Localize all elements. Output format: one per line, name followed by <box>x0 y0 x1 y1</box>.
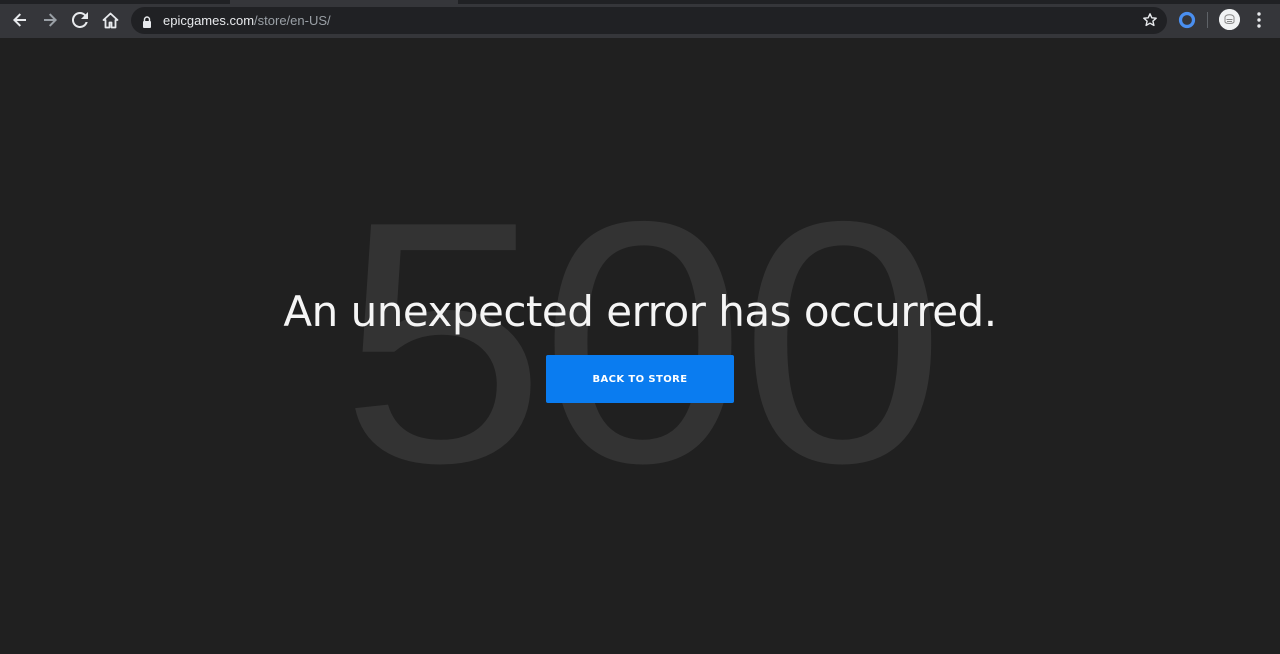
error-code-watermark: 500 <box>340 150 945 535</box>
tab-strip <box>0 0 1280 4</box>
extension-ring-icon[interactable] <box>1177 10 1197 30</box>
reload-icon <box>72 12 88 28</box>
forward-button[interactable] <box>36 6 64 34</box>
error-headline: An unexpected error has occurred. <box>283 287 997 336</box>
home-button[interactable] <box>96 6 124 34</box>
error-page: 500 An unexpected error has occurred. BA… <box>0 38 1280 654</box>
browser-toolbar: epicgames.com/store/en-US/ <box>0 0 1280 38</box>
toolbar-divider <box>1207 12 1208 28</box>
url-path: /store/en-US/ <box>254 13 331 28</box>
arrow-right-icon <box>44 13 57 27</box>
url-host: epicgames.com <box>163 13 255 28</box>
active-tab[interactable] <box>230 0 458 4</box>
url-text[interactable]: epicgames.com/store/en-US/ <box>163 12 331 29</box>
star-icon[interactable] <box>1142 12 1158 32</box>
avatar[interactable] <box>1219 9 1240 30</box>
home-icon <box>102 12 118 28</box>
back-to-store-button[interactable]: BACK TO STORE <box>546 355 734 403</box>
back-button[interactable] <box>6 6 34 34</box>
address-bar[interactable]: epicgames.com/store/en-US/ <box>131 7 1167 34</box>
arrow-left-icon <box>13 13 26 27</box>
lock-icon[interactable] <box>142 14 152 33</box>
kebab-menu-icon[interactable] <box>1249 9 1269 31</box>
reload-button[interactable] <box>66 6 94 34</box>
